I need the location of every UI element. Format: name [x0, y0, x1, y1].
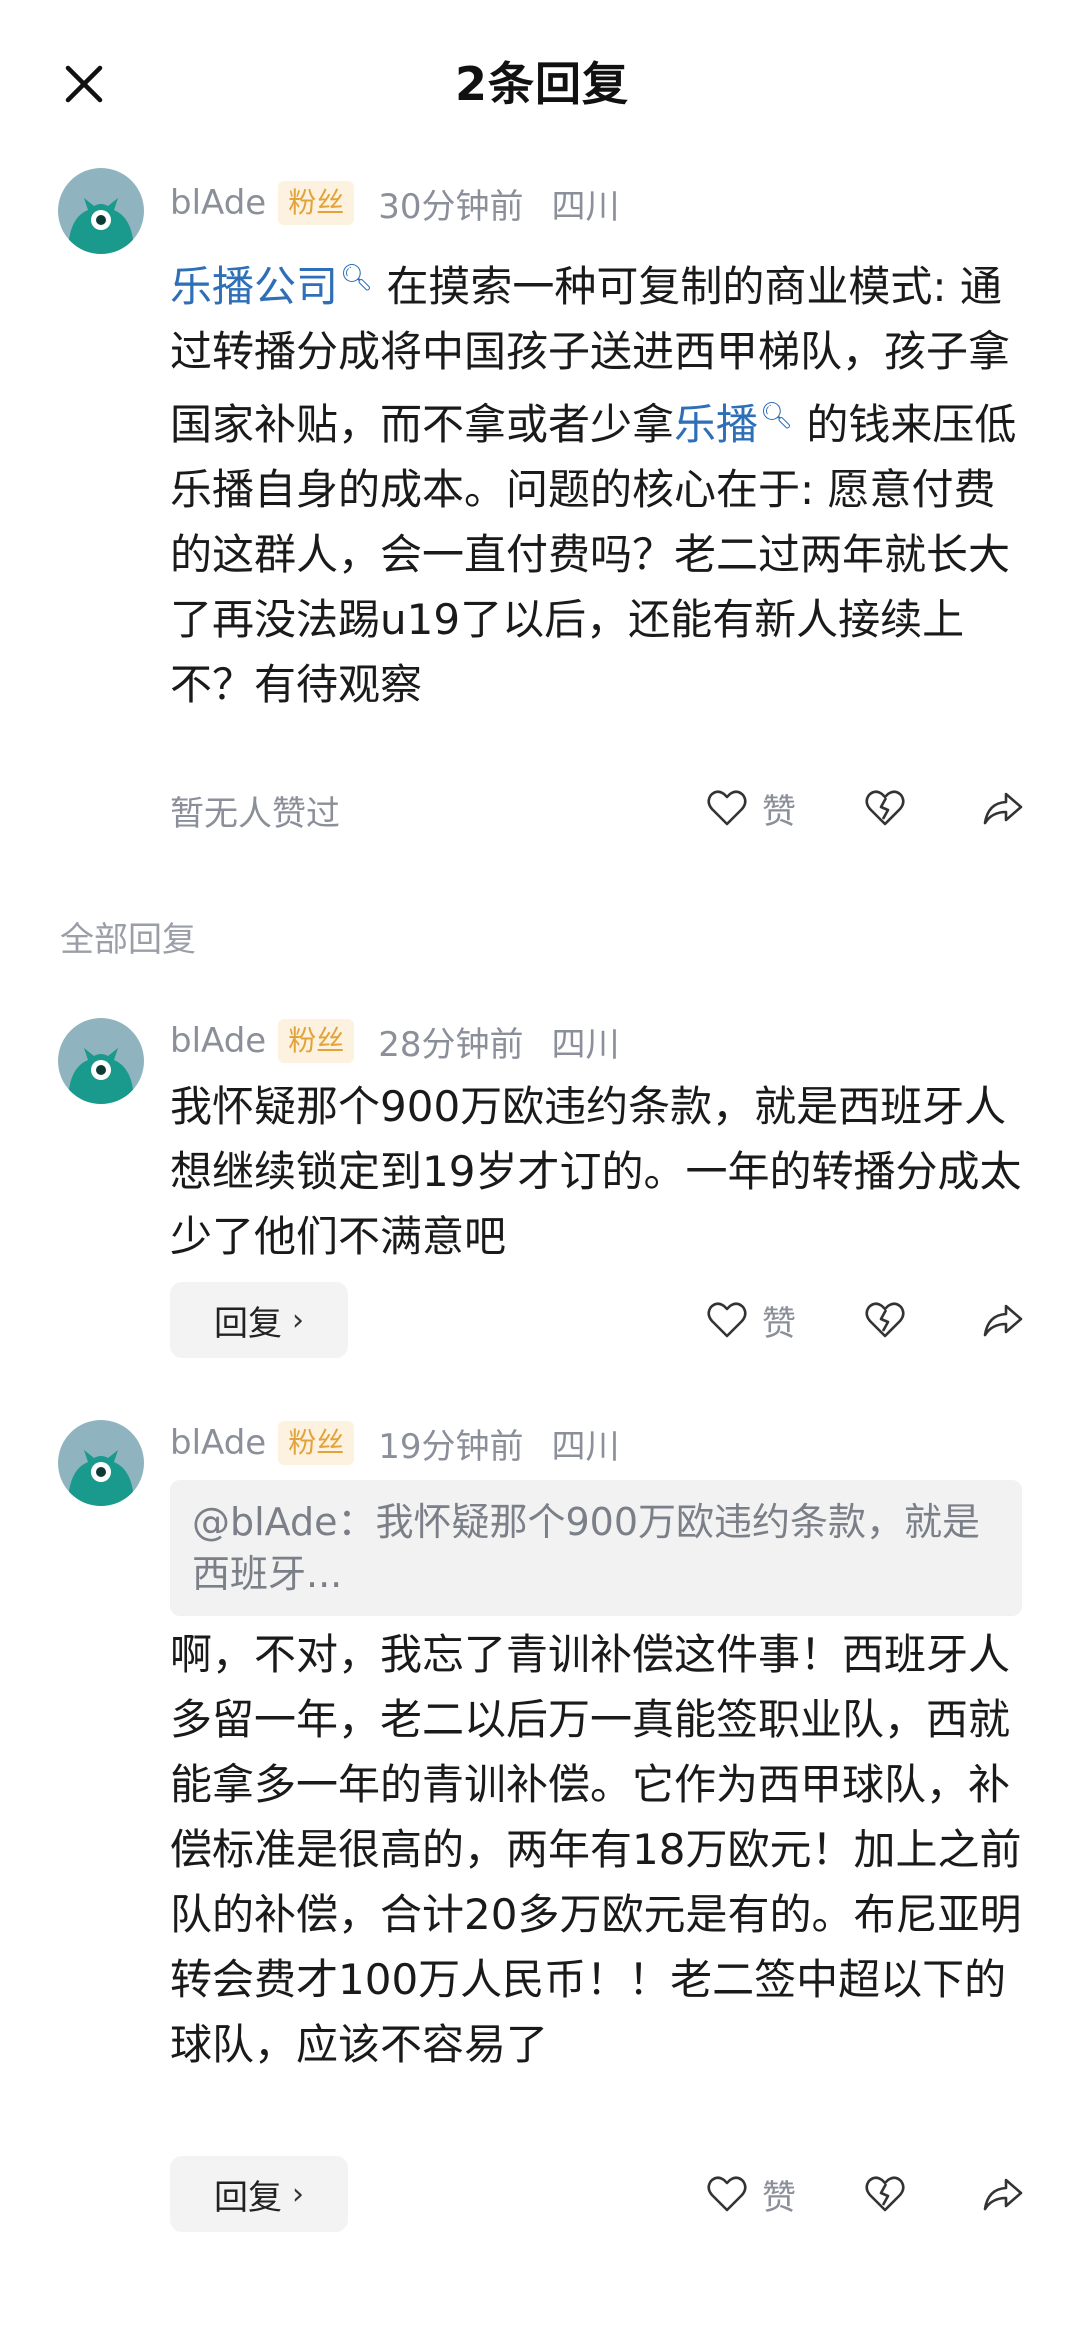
avatar[interactable] — [58, 168, 144, 254]
comment-actions: 赞 — [704, 778, 1026, 838]
reply-text: 我怀疑那个900万欧违约条款，就是西班牙人想继续锁定到19岁才订的。一年的转播分… — [170, 1082, 1022, 1261]
avatar-creature-icon — [58, 1018, 144, 1104]
avatar[interactable] — [58, 1018, 144, 1104]
share-button[interactable] — [980, 1297, 1026, 1343]
chevron-right-icon: › — [292, 2176, 304, 2212]
dislike-button[interactable] — [862, 2171, 908, 2217]
page-title: 2条回复 — [454, 57, 629, 111]
reply-text: 啊，不对，我忘了青训补偿这件事！西班牙人多留一年，老二以后万一真能签职业队，西就… — [170, 1630, 1022, 2069]
like-button[interactable]: 赞 — [704, 2170, 796, 2219]
topic-link-lebo[interactable]: 乐播🔍︎ — [674, 400, 793, 449]
location: 四川 — [551, 1024, 620, 1065]
like-button[interactable]: 赞 — [704, 1296, 796, 1345]
topic-link-label: 乐播 — [674, 400, 759, 449]
topic-link-label: 乐播公司 — [170, 262, 339, 311]
fan-badge: 粉丝 — [278, 181, 355, 225]
broken-heart-icon — [865, 1302, 905, 1338]
search-icon: 🔍︎ — [760, 401, 794, 431]
avatar[interactable] — [58, 1420, 144, 1506]
share-icon — [983, 1304, 1023, 1337]
heart-icon — [707, 790, 747, 826]
all-replies-label: 全部回复 — [60, 920, 196, 960]
heart-icon — [707, 1302, 747, 1338]
fan-badge: 粉丝 — [278, 1421, 355, 1465]
search-icon: 🔍︎ — [340, 263, 374, 293]
reply-button[interactable]: 回复 › — [170, 2156, 348, 2232]
reply-button-label: 回复 — [214, 2177, 282, 2218]
username[interactable]: blAde — [170, 1423, 266, 1463]
avatar-creature-icon — [58, 1420, 144, 1506]
share-button[interactable] — [980, 2171, 1026, 2217]
share-icon — [983, 2178, 1023, 2211]
comment-meta: blAde 粉丝 30分钟前 四川 — [170, 178, 619, 228]
topic-link-lebo-company[interactable]: 乐播公司🔍︎ — [170, 262, 373, 311]
like-label: 赞 — [762, 2177, 796, 2218]
timestamp: 28分钟前 — [378, 1024, 524, 1065]
reply-actions: 赞 — [704, 1290, 1026, 1350]
like-label: 赞 — [762, 791, 796, 832]
fan-badge: 粉丝 — [278, 1019, 355, 1063]
location: 四川 — [551, 1426, 620, 1467]
dislike-button[interactable] — [862, 1297, 908, 1343]
reply-button-label: 回复 — [214, 1303, 282, 1344]
dislike-button[interactable] — [862, 785, 908, 831]
username[interactable]: blAde — [170, 1021, 266, 1061]
reply-button[interactable]: 回复 › — [170, 1282, 348, 1358]
likes-summary: 暂无人赞过 — [170, 794, 340, 834]
comment-meta: blAde 粉丝 19分钟前 四川 — [170, 1418, 619, 1468]
username[interactable]: blAde — [170, 183, 266, 223]
share-button[interactable] — [980, 785, 1026, 831]
timestamp: 19分钟前 — [378, 1426, 524, 1467]
comment-text: 乐播公司🔍︎ 在摸索一种可复制的商业模式: 通过转播分成将中国孩子送进西甲梯队，… — [170, 246, 1030, 717]
heart-icon — [707, 2176, 747, 2212]
quoted-reply[interactable]: @blAde：我怀疑那个900万欧违约条款，就是西班牙... — [170, 1480, 1022, 1616]
chevron-right-icon: › — [292, 1302, 304, 1338]
location: 四川 — [551, 186, 620, 227]
avatar-creature-icon — [58, 168, 144, 254]
like-button[interactable]: 赞 — [704, 784, 796, 833]
reply-actions: 赞 — [704, 2164, 1026, 2224]
share-icon — [983, 792, 1023, 825]
broken-heart-icon — [865, 2176, 905, 2212]
sheet-header: 2条回复 — [0, 30, 1084, 126]
like-label: 赞 — [762, 1303, 796, 1344]
timestamp: 30分钟前 — [378, 186, 524, 227]
comment-meta: blAde 粉丝 28分钟前 四川 — [170, 1016, 619, 1066]
broken-heart-icon — [865, 790, 905, 826]
reply-sheet: 2条回复 blAde 粉丝 30分钟前 四川 乐播公司🔍︎ 在摸索一种可复制的商… — [0, 0, 1084, 2326]
